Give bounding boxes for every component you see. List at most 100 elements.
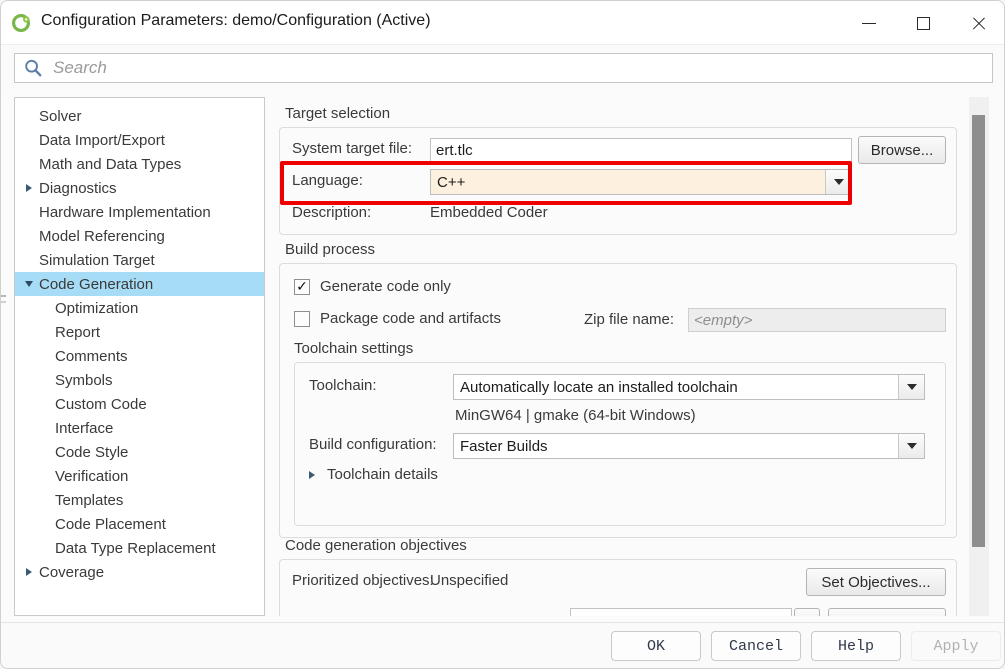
ok-button-label: OK [646,637,665,655]
chevron-down-icon[interactable] [898,375,924,399]
sidebar-item-optimization[interactable]: Optimization [15,296,264,320]
ok-button[interactable]: OK [611,631,701,661]
toolchain-info: MinGW64 | gmake (64-bit Windows) [455,407,696,424]
browse-button[interactable]: Browse... [858,136,946,164]
sidebar-item-comments[interactable]: Comments [15,344,264,368]
sidebar-item-label: Code Style [55,443,129,461]
sidebar-item-interface[interactable]: Interface [15,416,264,440]
close-button[interactable] [951,1,1004,45]
toolchain-settings-title: Toolchain settings [294,340,414,357]
sidebar-item-label: Solver [39,107,82,125]
toolchain-details-toggle[interactable]: Toolchain details [309,466,438,483]
toolchain-dropdown[interactable]: Automatically locate an installed toolch… [453,374,925,400]
sidebar-item-diagnostics[interactable]: Diagnostics [15,176,264,200]
pane-divider-mark [1,295,6,297]
build-process-group: ✓ Generate code only Package code and ar… [279,263,957,538]
sidebar-item-report[interactable]: Report [15,320,264,344]
set-objectives-button[interactable]: Set Objectives... [806,568,946,596]
sidebar-item-label: Custom Code [55,395,147,413]
sidebar-item-label: Templates [55,491,124,509]
sidebar-item-label: Optimization [55,299,139,317]
toolchain-label: Toolchain: [309,377,377,394]
sidebar-item-simulation-target[interactable]: Simulation Target [15,248,264,272]
close-icon [971,16,986,31]
set-objectives-button-label: Set Objectives... [821,573,931,591]
target-selection-title: Target selection [285,105,391,122]
sidebar-item-label: Code Generation [39,275,154,293]
sidebar-item-code-placement[interactable]: Code Placement [15,512,264,536]
sidebar-item-label: Report [55,323,101,341]
sidebar-item-templates[interactable]: Templates [15,488,264,512]
sidebar-item-model-referencing[interactable]: Model Referencing [15,224,264,248]
system-target-file-input[interactable]: ert.tlc [430,138,852,162]
help-button[interactable]: Help [811,631,901,661]
sidebar-item-label: Coverage [39,563,105,581]
system-target-file-value: ert.tlc [436,141,473,159]
sidebar-item-data-import-export[interactable]: Data Import/Export [15,128,264,152]
cancel-button[interactable]: Cancel [711,631,801,661]
sidebar-item-symbols[interactable]: Symbols [15,368,264,392]
sidebar-item-code-style[interactable]: Code Style [15,440,264,464]
prioritized-objectives-value: Unspecified [430,572,509,589]
sidebar-item-label: Code Placement [55,515,166,533]
sidebar-item-coverage[interactable]: Coverage [15,560,264,584]
generate-code-only-checkbox[interactable]: ✓ [294,278,310,295]
chevron-down-icon[interactable] [825,170,851,194]
title-bar: Configuration Parameters: demo/Configura… [1,1,1004,45]
generate-code-only-row[interactable]: ✓ Generate code only [294,278,451,295]
sidebar-item-label: Interface [55,419,114,437]
apply-button-label: Apply [933,637,979,655]
settings-tree[interactable]: Solver Data Import/Export Math and Data Ty… [14,97,265,616]
prioritized-objectives-label: Prioritized objectives: [292,572,434,589]
minimize-icon [861,22,876,24]
toolchain-details-label: Toolchain details [327,466,438,483]
settings-content-pane: Target selection System target file: ert… [273,97,963,616]
sidebar-item-label: Hardware Implementation [39,203,211,221]
sidebar-item-label: Math and Data Types [39,155,182,173]
zip-file-name-placeholder: <empty> [694,311,753,329]
description-value: Embedded Coder [430,204,548,221]
objectives-side-button-clipped[interactable] [794,608,820,616]
build-configuration-value: Faster Builds [460,437,548,455]
sidebar-item-code-generation[interactable]: Code Generation [15,272,264,296]
sidebar-item-math-and-data-types[interactable]: Math and Data Types [15,152,264,176]
sidebar-item-label: Symbols [55,371,113,389]
triangle-right-icon[interactable] [23,566,35,578]
checkmark-icon: ✓ [296,278,308,295]
package-code-checkbox[interactable] [294,310,310,327]
sidebar-item-custom-code[interactable]: Custom Code [15,392,264,416]
sidebar-item-label: Data Import/Export [39,131,165,149]
triangle-down-icon[interactable] [23,278,35,290]
browse-button-label: Browse... [870,141,934,159]
package-code-row[interactable]: Package code and artifacts [294,310,501,327]
sidebar-item-verification[interactable]: Verification [15,464,264,488]
maximize-button[interactable] [896,1,951,45]
build-configuration-label: Build configuration: [309,436,437,453]
triangle-right-icon[interactable] [23,182,35,194]
objectives-list-input-clipped[interactable] [570,608,792,616]
language-dropdown[interactable]: C++ [430,169,852,195]
zip-file-name-input[interactable]: <empty> [688,308,946,332]
search-placeholder: Search [53,58,107,77]
content-scrollbar[interactable] [969,97,989,616]
package-code-label: Package code and artifacts [320,310,501,327]
sidebar-item-label: Simulation Target [39,251,155,269]
sidebar-item-hardware-implementation[interactable]: Hardware Implementation [15,200,264,224]
sidebar-item-solver[interactable]: Solver [15,104,264,128]
apply-button: Apply [911,631,1001,661]
objectives-extra-button-clipped[interactable] [828,608,946,616]
description-label: Description: [292,204,372,221]
build-configuration-dropdown[interactable]: Faster Builds [453,433,925,459]
minimize-button[interactable] [841,1,896,45]
language-value: C++ [437,173,466,191]
search-input[interactable]: Search [14,53,993,83]
triangle-right-icon [309,470,323,479]
config-parameters-window: Configuration Parameters: demo/Configura… [0,0,1005,669]
chevron-down-icon[interactable] [898,434,924,458]
simulink-icon [11,13,33,34]
sidebar-item-data-type-replacement[interactable]: Data Type Replacement [15,536,264,560]
content-scrollbar-thumb[interactable] [972,115,985,547]
code-generation-objectives-group: Prioritized objectives: Unspecified Set … [279,559,957,616]
sidebar-item-label: Model Referencing [39,227,165,245]
maximize-icon [917,16,930,30]
